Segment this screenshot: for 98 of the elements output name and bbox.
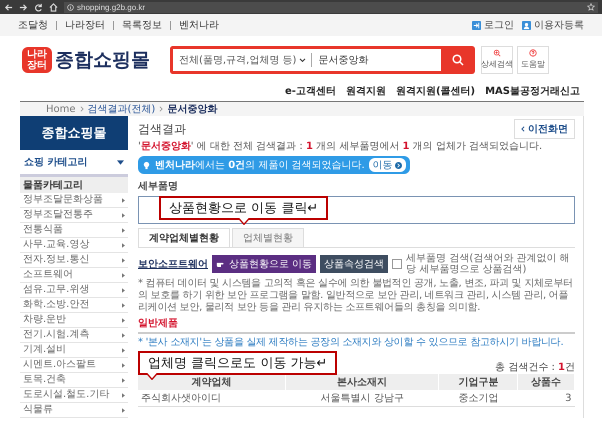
breadcrumb-link[interactable]: 문서중앙화 [167,102,218,116]
column-header: 상품수 [518,374,574,390]
category-item[interactable]: 시멘트.아스팔트 [20,358,128,373]
scope-dropdown[interactable]: 전체(품명,규격,업체명 등) [179,53,312,67]
category-item[interactable]: 식물류 [20,403,128,418]
arrow-icon [122,242,125,248]
top-link[interactable]: 나라장터 [65,18,105,32]
note-text: * '본사 소재지'는 상품을 실제 제작하는 공장의 소재지와 상이할 수 있으므로 참고하시기 바랍니다. [138,337,564,349]
category-item[interactable]: 사무.교육.영상 [20,238,128,253]
arrow-icon [122,392,125,398]
address-bar[interactable]: shopping.g2b.go.kr [64,2,598,12]
header-button[interactable]: 도움말 [517,46,549,74]
arrow-icon [122,362,125,368]
arrow-icon [122,198,125,202]
company-link[interactable]: 주식회사샛아이디 [138,390,286,406]
arrow-icon [122,258,125,262]
arrow-icon [122,378,125,382]
home-icon[interactable] [49,2,58,12]
breadcrumb-link[interactable]: 검색결과(전체) [88,102,156,116]
help-icon [529,49,537,57]
nav-link[interactable]: 원격지원 [346,84,386,98]
reload-icon[interactable] [34,2,43,12]
arrow-icon [122,318,125,322]
account-link[interactable]: 이용자등록 [522,18,584,32]
search-button[interactable] [441,46,475,74]
column-header: 본사소재지 [286,374,439,390]
info-icon [67,4,74,10]
account-link[interactable]: 로그인 [472,18,514,32]
arrow-icon [122,272,125,278]
top-link[interactable]: 조달청 [18,18,48,32]
product-link[interactable]: 보안소프트웨어 [138,257,208,271]
category-item[interactable]: 정부조달문화상품 [20,193,128,208]
back-icon[interactable] [4,2,13,12]
user-icon [522,20,531,30]
category-item[interactable]: 소프트웨어 [20,268,128,283]
column-header: 기업구분 [438,374,518,390]
star-icon[interactable] [587,3,595,11]
arrow-icon [122,332,125,338]
chevron-left-icon [521,126,525,132]
header-button[interactable]: 상세검색 [481,46,513,74]
arrow-icon [122,212,125,218]
category-item[interactable]: 전통식품 [20,223,128,238]
checkbox-label: 세부품명 검색(검색어와 관계없이 해당 세부품명으로 상품검색) [406,253,571,275]
tab[interactable]: 계약업체별현황 [138,228,230,247]
arrow-icon [122,408,125,412]
breadcrumb-link[interactable]: Home [46,104,76,114]
chevron-icon [80,106,84,112]
back-button[interactable]: 이전화면 [514,119,575,139]
forward-icon[interactable] [19,2,28,12]
description: * 컴퓨터 데이터 및 시스템을 고의적 혹은 실수에 의한 불법적인 공개, 노출, 변조, 파괴 및 지체로부터의 보호를 하기 위한 보안 프로그램을 말함. 일반적으로 보안 관리, 네트워크 관리, 시스템 관리, 어플리케이션 보안, 물리적 보안 등을 관리 유지하는 소프트웨어들의 총칭을 의미함. [138,278,574,314]
section-label: 세부품명 [138,180,179,193]
category-item[interactable]: 섬유.고무.위생 [20,283,128,298]
category-item[interactable]: 도로시설.철도.기타 [20,388,128,403]
table-cell: 서울특별시 강남구 [286,390,439,406]
column-header: 계약업체 [138,374,286,390]
tab[interactable]: 업체별현황 [232,228,304,247]
arrow-icon [122,348,125,352]
bulb-icon [142,160,151,170]
category-item[interactable]: 전자.정보.통신 [20,253,128,268]
callout-arrow [144,373,160,380]
dropdown-icon [117,160,124,164]
page-title: 검색결과 [138,120,186,138]
category-item[interactable]: 화학.소방.안전 [20,298,128,313]
pointing-hand-icon [216,260,226,268]
total-count: 총 검색건수 : 1건 [495,361,575,374]
category-item[interactable]: 기계.설비 [20,343,128,358]
move-button[interactable]: 이동 [368,158,406,172]
search-icon [452,54,464,66]
category-item[interactable]: 전기.시험.계측 [20,328,128,343]
result-summary: '문서중앙화' 에 대한 전체 검색결과 : 1 개의 세부품명에서 1 개의 업체가 검색되었습니다. [138,141,544,153]
attribute-search-button[interactable]: 상품속성검색 [320,255,388,273]
top-link[interactable]: 벤처나라 [179,18,219,32]
category-item[interactable]: 정부조달전통주 [20,208,128,223]
arrow-icon [122,228,125,232]
chevron-down-icon [299,58,306,62]
checkbox[interactable] [392,259,402,269]
arrow-icon [122,302,125,308]
zoom-icon [493,49,501,57]
top-link[interactable]: 목록정보 [122,18,162,32]
search-field[interactable]: 전체(품명,규격,업체명 등) 문서중앙화 [170,46,441,74]
logo-badge[interactable]: 나라장터 [22,47,52,73]
login-icon [472,20,481,30]
table-cell: 3 [518,390,574,406]
category-label: 일반제품 [138,316,575,334]
notice-text: 벤처나라에서는 0건의 제품이 검색되었습니다. [155,159,365,172]
logo-text[interactable]: 종합쇼핑몰 [55,47,150,73]
arrow-icon [122,288,125,292]
category-item[interactable]: 토목.건축 [20,373,128,388]
nav-link[interactable]: e-고객센터 [285,84,336,98]
arrow-circle-icon [394,162,402,168]
nav-link[interactable]: 원격지원(콜센터) [396,84,476,98]
section-header: 물품카테고리 [20,177,128,193]
goto-products-button[interactable]: 상품현황으로 이동 [212,255,316,273]
table-cell: 중소기업 [438,390,518,406]
nav-link[interactable]: MAS불공정거래신고 [485,84,580,98]
category-item[interactable]: 차량.운반 [20,313,128,328]
chevron-icon [159,106,164,112]
sidebar-title: 종합쇼핑몰 [20,116,128,150]
